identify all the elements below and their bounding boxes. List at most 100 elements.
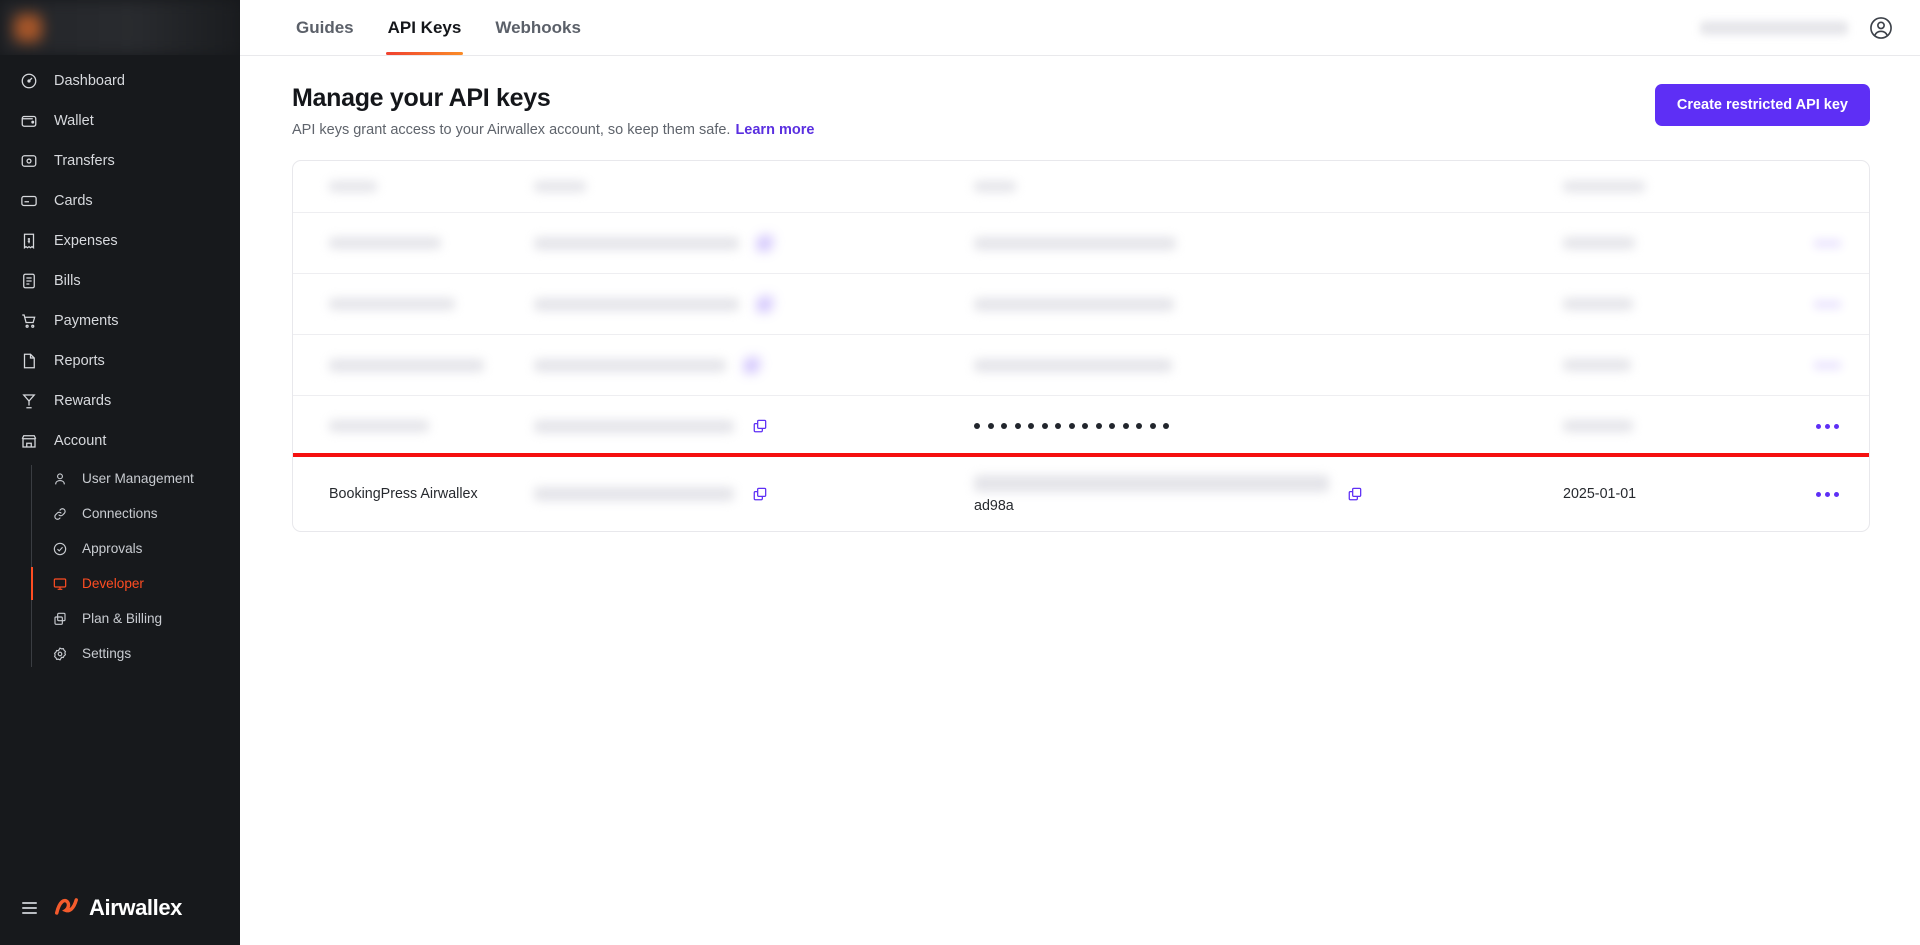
page-title: Manage your API keys (292, 84, 551, 112)
cell-api-key (974, 423, 1563, 429)
table-row[interactable] (293, 335, 1869, 396)
cell-actions (1763, 357, 1841, 374)
sidebar-subitem-label: Connections (82, 506, 158, 521)
sidebar-item-user-management[interactable]: User Management (31, 461, 240, 496)
top-bar-right (1700, 0, 1894, 55)
tab-label: Guides (296, 17, 354, 37)
header-cell-client-id (534, 181, 974, 192)
sidebar-item-cards[interactable]: Cards (0, 181, 240, 221)
cell-date (1563, 298, 1763, 310)
table-header-row (293, 161, 1869, 213)
cell-name (329, 420, 534, 432)
sidebar-item-dashboard[interactable]: Dashboard (0, 61, 240, 101)
table-row-highlighted[interactable]: BookingPress Airwallex ad98a 2025-01-01 (293, 453, 1869, 531)
account-switcher[interactable] (0, 0, 240, 55)
reports-icon (18, 350, 40, 372)
cell-date: 2025-01-01 (1563, 485, 1763, 503)
cell-client-id (534, 235, 974, 251)
sidebar-item-label: Wallet (54, 113, 94, 129)
tab-webhooks[interactable]: Webhooks (493, 0, 583, 55)
tab-guides[interactable]: Guides (294, 0, 356, 55)
cell-date (1563, 237, 1763, 249)
kebab-menu-icon[interactable] (1814, 235, 1841, 252)
sidebar-item-wallet[interactable]: Wallet (0, 101, 240, 141)
dashboard-icon (18, 70, 40, 92)
cell-actions (1763, 418, 1841, 435)
account-subnav: User Management Connections Approvals De… (31, 461, 240, 671)
cell-name (329, 298, 534, 310)
gear-icon (50, 644, 70, 664)
tab-api-keys[interactable]: API Keys (385, 0, 464, 55)
create-restricted-api-key-button[interactable]: Create restricted API key (1654, 84, 1870, 126)
sidebar-subitem-label: Developer (82, 576, 144, 591)
sidebar-item-label: Cards (54, 193, 93, 209)
sidebar-subitem-label: Plan & Billing (82, 611, 163, 626)
sidebar-item-label: Dashboard (54, 73, 125, 89)
payments-icon (18, 310, 40, 332)
sidebar-item-reports[interactable]: Reports (0, 341, 240, 381)
learn-more-link[interactable]: Learn more (735, 122, 814, 138)
tab-bar: Guides API Keys Webhooks (294, 0, 583, 55)
kebab-menu-icon[interactable] (1814, 418, 1841, 435)
sidebar-item-label: Rewards (54, 393, 112, 409)
kebab-menu-icon[interactable] (1814, 296, 1841, 313)
api-key-date: 2025-01-01 (1563, 486, 1637, 502)
sidebar-subitem-label: Settings (82, 646, 132, 661)
hamburger-icon[interactable] (22, 902, 37, 914)
kebab-menu-icon[interactable] (1814, 486, 1841, 503)
top-bar: Guides API Keys Webhooks (240, 0, 1920, 56)
page-subtitle: API keys grant access to your Airwallex … (292, 122, 814, 138)
sidebar-item-account[interactable]: Account (0, 421, 240, 461)
header-cell-date (1563, 181, 1763, 192)
cell-actions (1763, 486, 1841, 503)
cell-client-id (534, 357, 974, 373)
cell-name (329, 358, 534, 372)
table-row[interactable] (293, 396, 1869, 457)
sidebar-item-expenses[interactable]: Expenses (0, 221, 240, 261)
cell-api-key (974, 297, 1563, 311)
sidebar-item-label: Reports (54, 353, 105, 369)
page-header-text: Manage your API keys API keys grant acce… (292, 84, 814, 138)
sidebar-item-transfers[interactable]: Transfers (0, 141, 240, 181)
sidebar-item-plan-billing[interactable]: Plan & Billing (31, 601, 240, 636)
sidebar-subitem-label: Approvals (82, 541, 143, 556)
api-keys-table: BookingPress Airwallex ad98a 2025-01-01 (292, 160, 1870, 532)
table-row[interactable] (293, 274, 1869, 335)
cards-icon (18, 190, 40, 212)
account-switcher-redacted (0, 0, 240, 55)
api-key-suffix: ad98a (974, 497, 1014, 514)
page-content: Manage your API keys API keys grant acce… (240, 56, 1920, 532)
user-circle-icon[interactable] (1868, 15, 1894, 41)
copy-icon[interactable] (752, 418, 768, 434)
sidebar-item-label: Transfers (54, 153, 115, 169)
cell-client-id (534, 486, 974, 502)
tab-label: API Keys (387, 17, 462, 37)
copy-icon[interactable] (744, 357, 760, 373)
rewards-icon (18, 390, 40, 412)
sidebar-item-settings[interactable]: Settings (31, 636, 240, 671)
sidebar-item-payments[interactable]: Payments (0, 301, 240, 341)
sidebar-item-developer[interactable]: Developer (31, 566, 240, 601)
sidebar-item-label: Payments (54, 313, 119, 329)
copy-stack-icon (50, 609, 70, 629)
cell-name (329, 237, 534, 249)
kebab-menu-icon[interactable] (1814, 357, 1841, 374)
sidebar: Dashboard Wallet Transfers Cards Expense… (0, 0, 240, 945)
table-row[interactable] (293, 213, 1869, 274)
page-header: Manage your API keys API keys grant acce… (292, 84, 1870, 138)
transfers-icon (18, 150, 40, 172)
monitor-icon (50, 574, 70, 594)
cell-api-key (974, 358, 1563, 372)
copy-icon[interactable] (752, 486, 768, 502)
copy-icon[interactable] (757, 235, 773, 251)
copy-icon[interactable] (757, 296, 773, 312)
sidebar-item-approvals[interactable]: Approvals (31, 531, 240, 566)
sidebar-item-rewards[interactable]: Rewards (0, 381, 240, 421)
primary-nav: Dashboard Wallet Transfers Cards Expense… (0, 55, 240, 871)
sidebar-item-connections[interactable]: Connections (31, 496, 240, 531)
sidebar-item-bills[interactable]: Bills (0, 261, 240, 301)
copy-icon[interactable] (1347, 486, 1363, 502)
cell-client-id (534, 418, 974, 434)
api-key-value-stack: ad98a (974, 474, 1329, 514)
wallet-icon (18, 110, 40, 132)
